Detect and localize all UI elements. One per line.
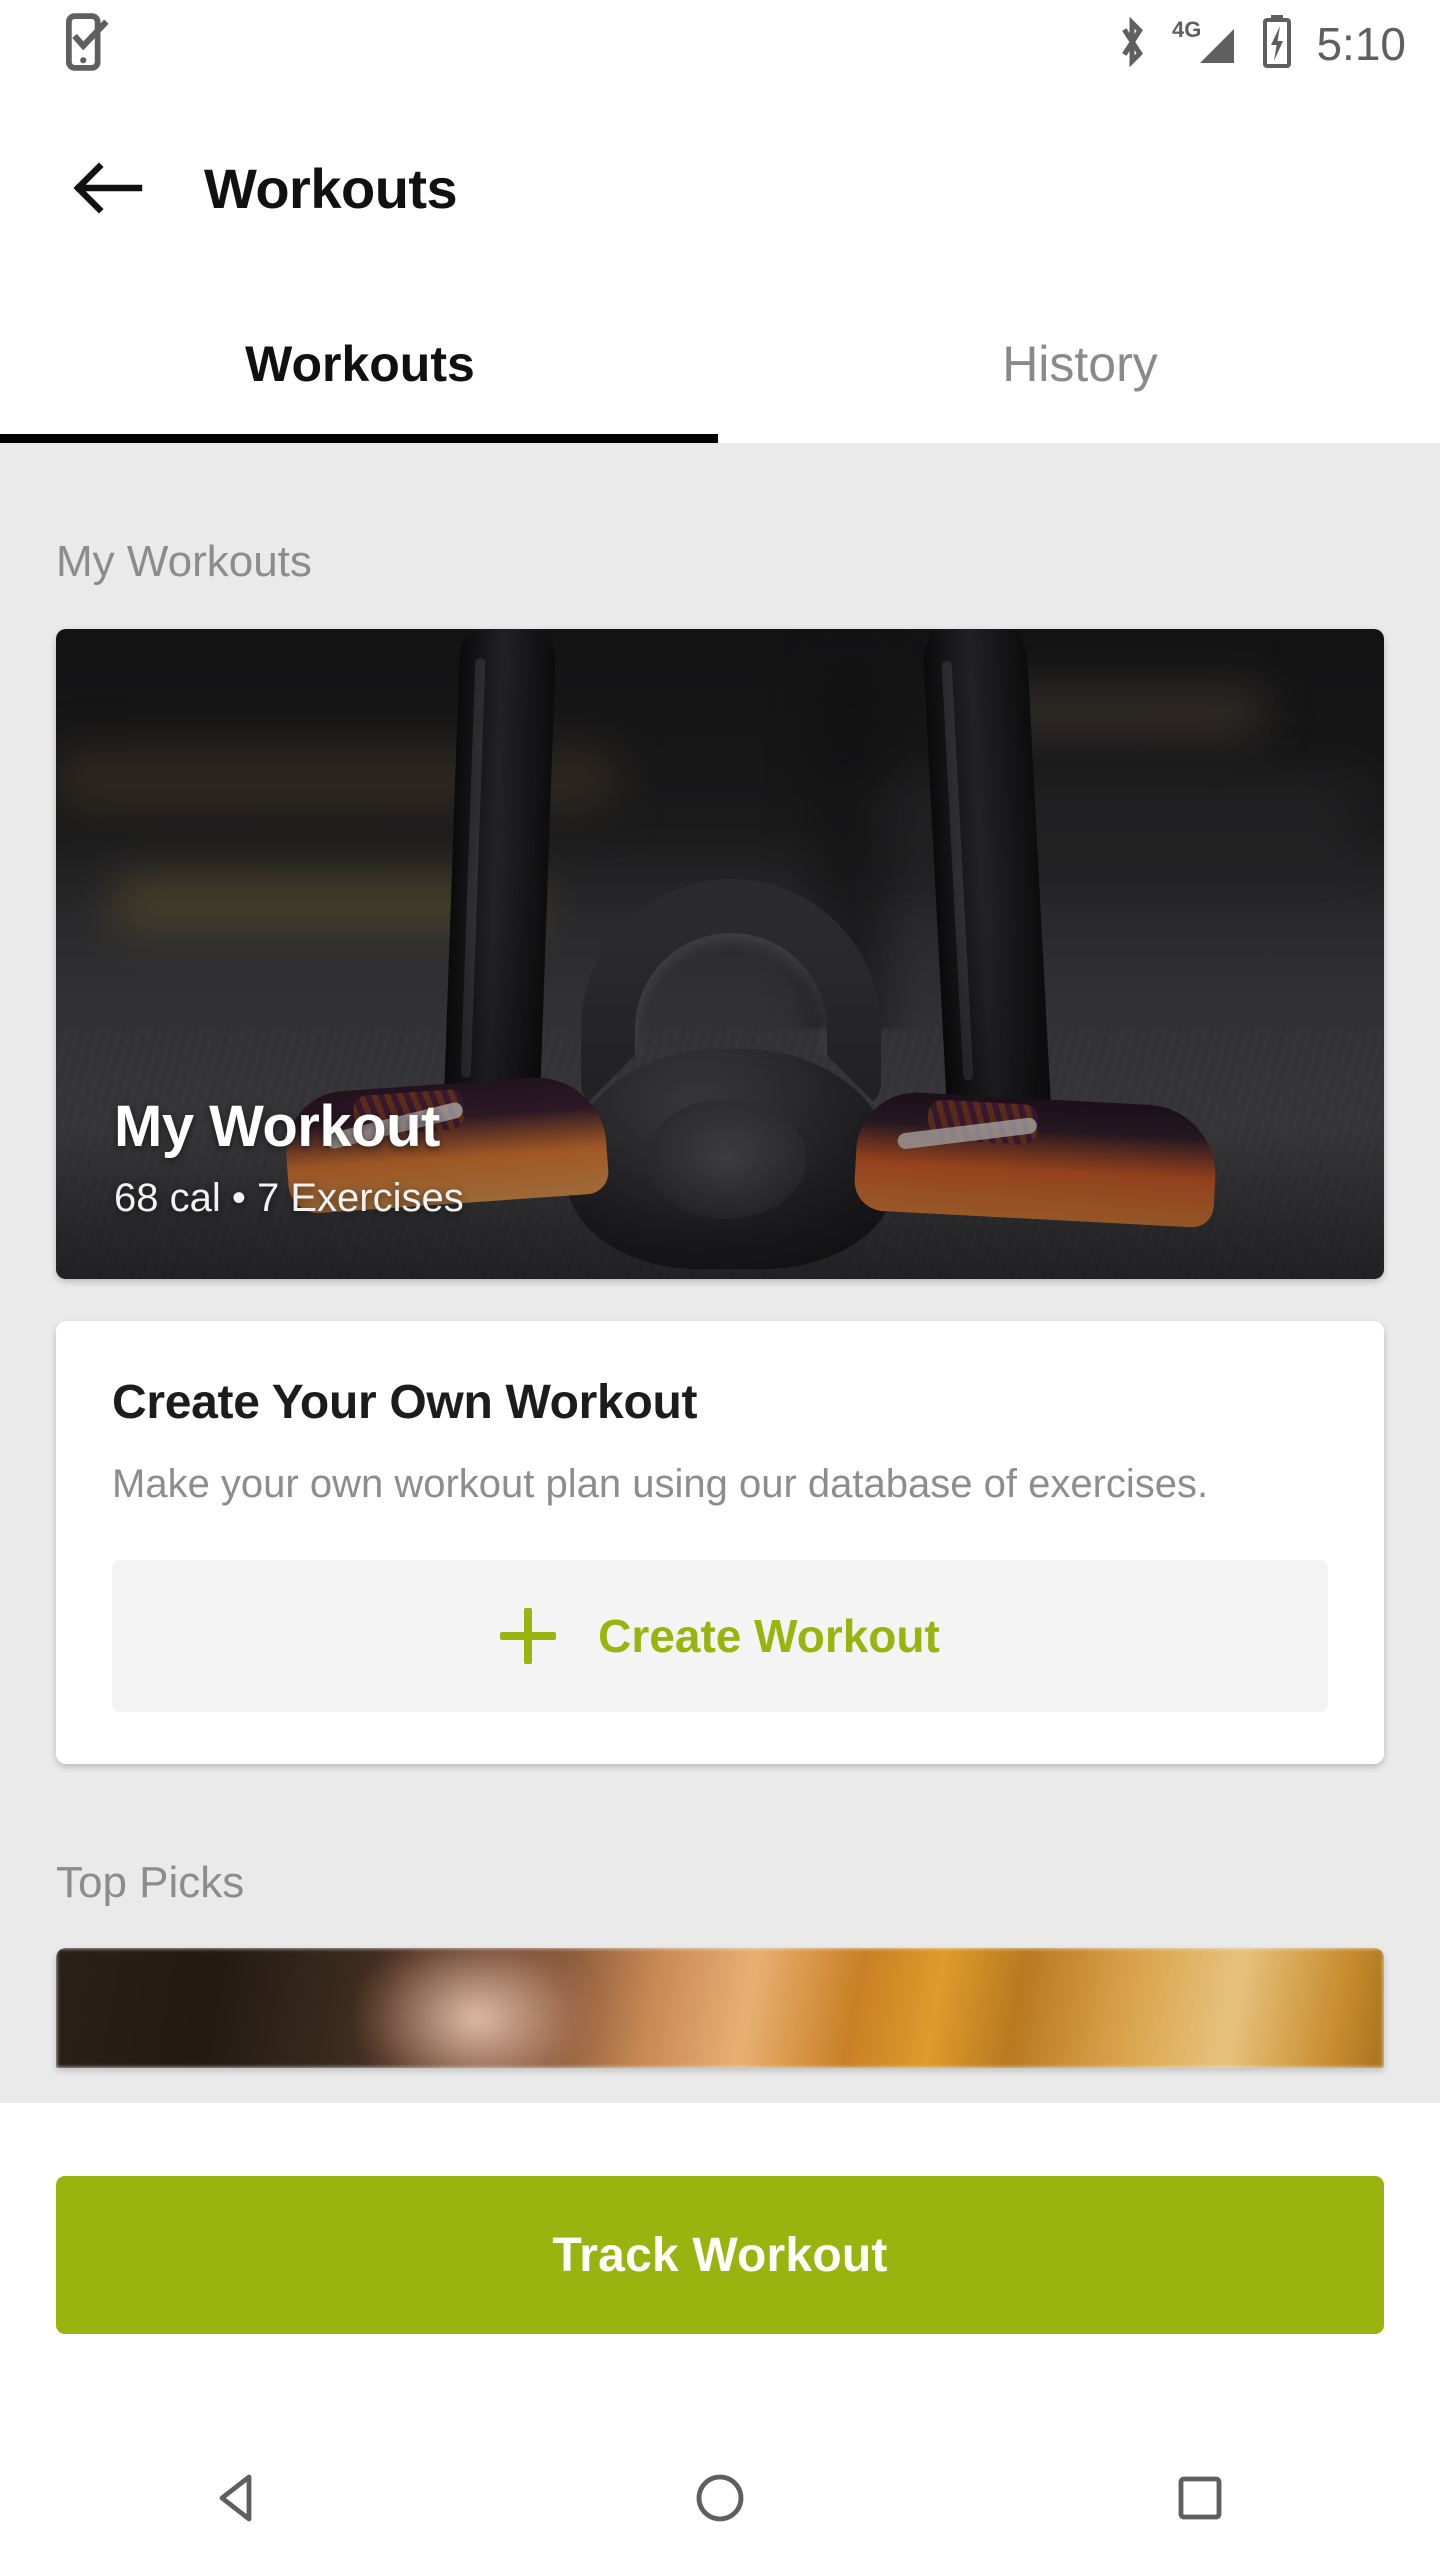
my-workout-title: My Workout [114, 1094, 440, 1159]
nav-home-button[interactable] [480, 2470, 960, 2531]
create-workout-button[interactable]: Create Workout [112, 1560, 1328, 1712]
signal-4g-icon: 4G [1172, 15, 1238, 74]
battery-charging-icon [1260, 14, 1294, 75]
top-picks-photo [56, 1948, 1384, 2068]
track-workout-button-label: Track Workout [552, 2228, 888, 2282]
back-triangle-icon [212, 2470, 268, 2531]
status-bar: 4G 5:10 [0, 0, 1440, 88]
home-circle-icon [692, 2470, 748, 2531]
bottom-action-bar: Track Workout [0, 2103, 1440, 2440]
top-picks-card[interactable] [56, 1948, 1384, 2068]
create-workout-card: Create Your Own Workout Make your own wo… [56, 1321, 1384, 1764]
tab-bar: Workouts History [0, 288, 1440, 440]
phone-screen: 4G 5:10 Workouts Workouts History My Wor… [0, 0, 1440, 2560]
section-title-top-picks: Top Picks [56, 1858, 245, 1907]
phone-check-icon [66, 12, 112, 76]
plus-icon [500, 1608, 557, 1664]
tab-history[interactable]: History [720, 288, 1440, 440]
status-bar-right: 4G 5:10 [1114, 14, 1406, 75]
create-workout-button-label: Create Workout [598, 1610, 940, 1662]
my-workout-card-text: My Workout 68 cal • 7 Exercises [114, 1093, 464, 1221]
create-workout-description: Make your own workout plan using our dat… [112, 1462, 1209, 1506]
my-workout-card[interactable]: My Workout 68 cal • 7 Exercises [56, 629, 1384, 1279]
android-nav-bar [0, 2440, 1440, 2560]
back-arrow-icon[interactable] [48, 128, 168, 248]
nav-back-button[interactable] [0, 2470, 480, 2531]
status-bar-left [66, 12, 112, 76]
bluetooth-icon [1114, 15, 1150, 74]
app-bar: Workouts [0, 88, 1440, 288]
workouts-scroll-area[interactable]: My Workouts My Workout 68 cal • 7 Exerci… [0, 443, 1440, 2103]
section-title-my-workouts: My Workouts [56, 537, 312, 586]
status-bar-clock: 5:10 [1316, 18, 1406, 70]
track-workout-button[interactable]: Track Workout [56, 2176, 1384, 2334]
my-workout-subtitle: 68 cal • 7 Exercises [114, 1176, 464, 1220]
page-title: Workouts [204, 156, 458, 220]
nav-recents-button[interactable] [960, 2470, 1440, 2531]
create-workout-title: Create Your Own Workout [112, 1376, 698, 1429]
tab-workouts[interactable]: Workouts [0, 288, 720, 440]
tab-active-indicator [0, 434, 718, 443]
svg-text:4G: 4G [1172, 17, 1201, 42]
recents-square-icon [1172, 2470, 1228, 2531]
